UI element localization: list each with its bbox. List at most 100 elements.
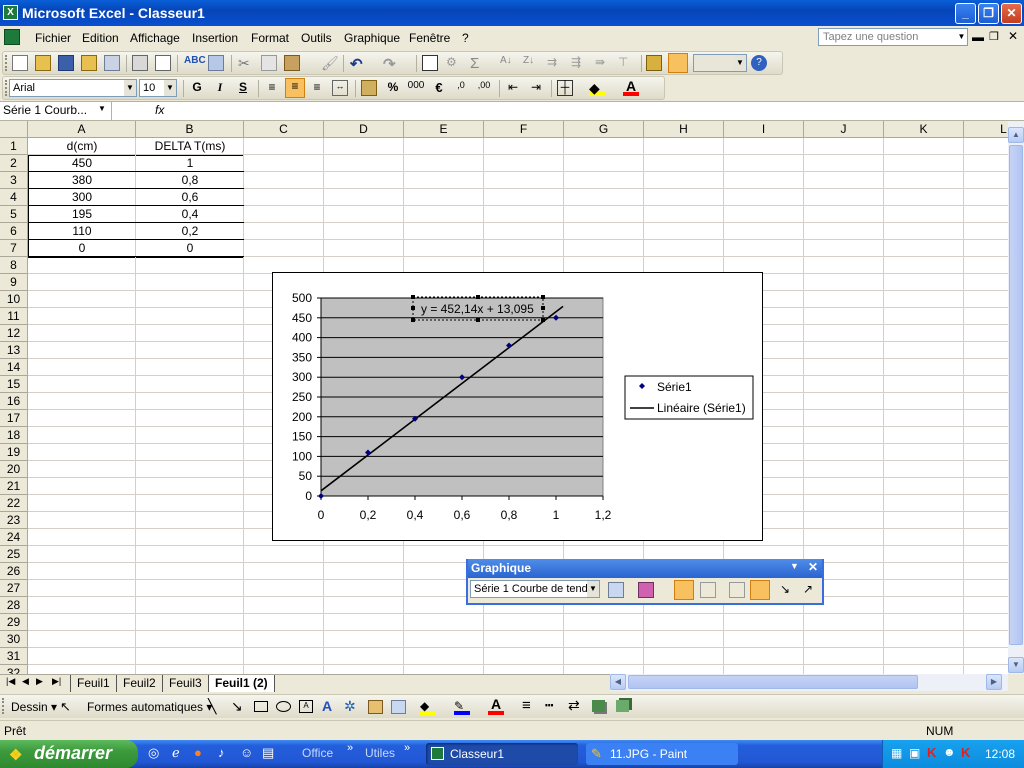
formula-input[interactable] xyxy=(172,102,1008,120)
save-icon[interactable] xyxy=(58,55,74,71)
row-header[interactable]: 14 xyxy=(0,359,28,376)
menu-outils[interactable]: Outils xyxy=(301,31,332,45)
taskbar-toolbar-office[interactable]: Office xyxy=(302,746,333,760)
merge-center-icon[interactable]: ↔ xyxy=(332,80,348,96)
arrow-tool-icon[interactable]: ↘ xyxy=(231,698,243,715)
row-header[interactable]: 29 xyxy=(0,614,28,631)
row-header[interactable]: 26 xyxy=(0,563,28,580)
toolbar-options-icon[interactable]: ▼ xyxy=(790,561,799,571)
line-style-icon[interactable]: ≡ xyxy=(522,697,531,714)
borders-icon[interactable]: ┼ xyxy=(557,80,573,96)
row-header[interactable]: 27 xyxy=(0,580,28,597)
line-color-icon[interactable]: ✎ xyxy=(454,699,470,715)
tray-k-icon[interactable]: K xyxy=(927,745,936,760)
draw-fill-color-icon[interactable]: ◆ xyxy=(420,699,436,715)
autoshapes-menu-button[interactable]: Formes automatiques ▾ xyxy=(87,700,212,714)
row-header[interactable]: 30 xyxy=(0,631,28,648)
oval-tool-icon[interactable] xyxy=(276,701,291,712)
fill-color-icon[interactable]: ◆ xyxy=(589,80,605,96)
excel-app-icon[interactable]: X xyxy=(3,5,18,20)
undo-icon[interactable]: ↶ xyxy=(350,55,366,73)
prev-sheet-icon[interactable]: ◀ xyxy=(22,676,29,687)
quicklaunch-ie-icon[interactable]: ◎ xyxy=(148,745,159,761)
row-header[interactable]: 22 xyxy=(0,495,28,512)
dash-style-icon[interactable]: ┅ xyxy=(545,697,553,714)
print-icon[interactable] xyxy=(132,55,148,71)
align-left-icon[interactable]: ≡ xyxy=(264,80,280,96)
font-name-combo[interactable]: Arial ▼ xyxy=(9,79,137,97)
row-header[interactable]: 1 xyxy=(0,138,28,155)
task-paint[interactable]: ✎ 11.JPG - Paint xyxy=(586,743,738,765)
by-row-icon[interactable] xyxy=(729,582,745,598)
research-icon[interactable] xyxy=(208,55,224,71)
column-header-h[interactable]: H xyxy=(644,121,724,138)
email-icon[interactable] xyxy=(104,55,120,71)
table-cell[interactable]: 110 xyxy=(28,223,136,240)
quicklaunch-e-icon[interactable]: ℯ xyxy=(172,745,180,761)
euro-button[interactable]: € xyxy=(431,80,447,96)
next-sheet-icon[interactable]: ▶ xyxy=(36,676,43,687)
row-header[interactable]: 31 xyxy=(0,648,28,665)
print-preview-icon[interactable] xyxy=(155,55,171,71)
rectangle-tool-icon[interactable] xyxy=(254,701,268,712)
data-table-icon[interactable] xyxy=(700,582,716,598)
menu-affichage[interactable]: Affichage xyxy=(130,31,180,45)
quicklaunch-media-icon[interactable]: ♪ xyxy=(218,745,225,760)
scroll-right-icon[interactable]: ▶ xyxy=(986,674,1002,690)
open-icon[interactable] xyxy=(35,55,51,71)
draw-font-color-icon[interactable]: A xyxy=(488,697,504,715)
row-header[interactable]: 25 xyxy=(0,546,28,563)
row-header[interactable]: 2 xyxy=(0,155,28,172)
row-header[interactable]: 6 xyxy=(0,223,28,240)
align-right-icon[interactable]: ≡ xyxy=(309,80,325,96)
autosum-icon[interactable]: Σ xyxy=(470,55,486,72)
zoom-combo[interactable]: ▼ xyxy=(693,54,747,72)
workbook-icon[interactable] xyxy=(4,29,20,45)
permission-icon[interactable] xyxy=(81,55,97,71)
sheet-tab-feuil1[interactable]: Feuil1 xyxy=(70,675,116,692)
column-header-g[interactable]: G xyxy=(564,121,644,138)
menu-insertion[interactable]: Insertion xyxy=(192,31,238,45)
first-sheet-icon[interactable]: |◀ xyxy=(6,676,15,687)
table-cell[interactable]: 0 xyxy=(28,240,136,257)
draw-menu-button[interactable]: Dessin ▾ xyxy=(11,700,57,714)
restore-button[interactable]: ❐ xyxy=(978,3,999,24)
menu-help[interactable]: ? xyxy=(462,31,469,45)
row-header[interactable]: 4 xyxy=(0,189,28,206)
row-header[interactable]: 16 xyxy=(0,393,28,410)
table-cell[interactable]: 195 xyxy=(28,206,136,223)
column-header-b[interactable]: B xyxy=(136,121,244,138)
row-header[interactable]: 3 xyxy=(0,172,28,189)
3d-style-icon[interactable] xyxy=(616,700,629,712)
menu-format[interactable]: Format xyxy=(251,31,289,45)
new-icon[interactable] xyxy=(12,55,28,71)
menu-graphique[interactable]: Graphique xyxy=(344,31,400,45)
table-cell[interactable]: 300 xyxy=(28,189,136,206)
row-header[interactable]: 18 xyxy=(0,427,28,444)
insert-function-button[interactable]: fx xyxy=(155,103,164,117)
thousands-button[interactable]: 000 xyxy=(405,80,427,96)
increase-decimal-icon[interactable]: ,0 xyxy=(453,80,469,96)
table-cell[interactable]: 0,4 xyxy=(136,206,244,223)
legend-toggle-icon[interactable] xyxy=(674,580,694,600)
decrease-indent-icon[interactable]: ⇤ xyxy=(505,80,521,96)
workbook-restore-icon[interactable]: ❐ xyxy=(989,30,999,43)
column-header-f[interactable]: F xyxy=(484,121,564,138)
tray-people-icon[interactable]: ☻ xyxy=(943,745,956,759)
font-size-combo[interactable]: 10 ▼ xyxy=(139,79,177,97)
spelling-icon[interactable]: ABC xyxy=(184,55,206,71)
split-icon[interactable]: ⊤ xyxy=(618,55,634,71)
row-header[interactable]: 23 xyxy=(0,512,28,529)
row-header[interactable]: 8 xyxy=(0,257,28,274)
angle-up-icon[interactable]: ↗ xyxy=(803,582,819,598)
help-icon[interactable]: ? xyxy=(751,55,767,71)
chart-toolbar-header[interactable]: Graphique ▼ ✕ xyxy=(468,559,822,578)
scroll-up-icon[interactable]: ▲ xyxy=(1008,127,1024,143)
start-button[interactable]: ❖ démarrer xyxy=(0,740,138,768)
quicklaunch-messenger-icon[interactable]: ☺ xyxy=(240,745,253,760)
arrow-style-icon[interactable]: ⇄ xyxy=(568,697,580,714)
sheet-tab-feuil2[interactable]: Feuil2 xyxy=(116,675,162,692)
row-header[interactable]: 13 xyxy=(0,342,28,359)
horizontal-scroll-thumb[interactable] xyxy=(628,675,918,689)
shadow-style-icon[interactable] xyxy=(592,700,605,712)
